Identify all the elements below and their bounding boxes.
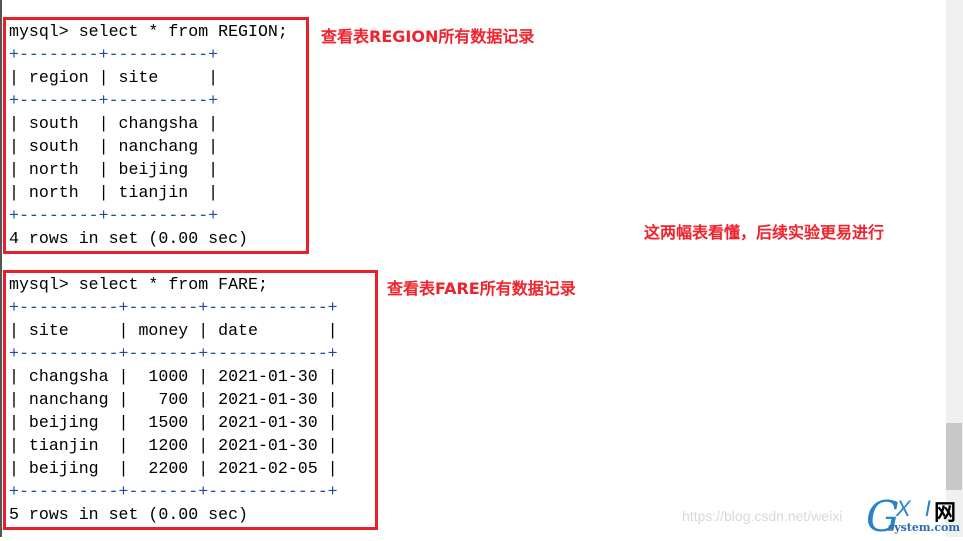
- window-edge: [0, 0, 2, 537]
- logo-domain: system.com: [888, 521, 960, 534]
- region-annotation: 查看表REGION所有数据记录: [321, 27, 535, 46]
- logo-xi: X I: [896, 496, 935, 521]
- region-highlight-box: [3, 17, 309, 254]
- scrollbar-thumb[interactable]: [946, 423, 962, 490]
- site-logo: G X I 网 system.com: [866, 492, 961, 541]
- summary-annotation: 这两幅表看懂，后续实验更易进行: [644, 223, 885, 242]
- fare-highlight-box: [3, 270, 378, 530]
- watermark: https://blog.csdn.net/weixi: [682, 508, 843, 524]
- fare-annotation: 查看表FARE所有数据记录: [387, 279, 576, 298]
